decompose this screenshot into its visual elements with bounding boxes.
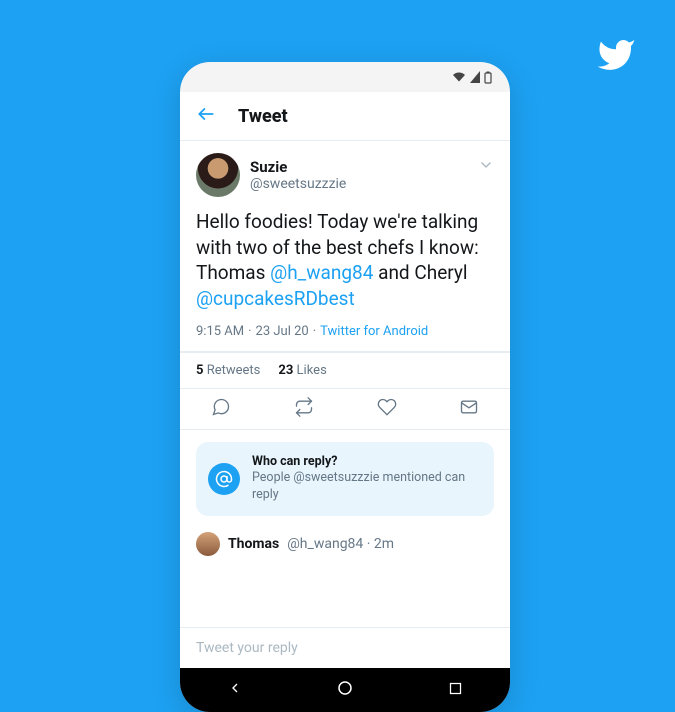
reply-author-handle: @h_wang84 (287, 536, 363, 552)
mention-link[interactable]: @h_wang84 (270, 261, 373, 284)
tweet-actions (180, 388, 510, 430)
reply-preview[interactable]: Thomas @h_wang84 · 2m (180, 526, 510, 556)
page-title: Tweet (238, 106, 288, 127)
compose-reply-input[interactable]: Tweet your reply (180, 627, 510, 668)
author-avatar[interactable] (196, 153, 240, 197)
tweet-header: Suzie @sweetsuzzzie (196, 153, 494, 197)
twitter-logo-icon (592, 35, 640, 79)
tweet-meta: 9:15 AM·23 Jul 20·Twitter for Android (196, 324, 494, 339)
retweet-button[interactable] (293, 397, 315, 421)
cellular-icon (470, 71, 480, 83)
app-screen: Tweet Suzie @sweetsuzzzie Hello foodies!… (180, 92, 510, 668)
tweet-card: Suzie @sweetsuzzzie Hello foodies! Today… (180, 141, 510, 352)
tweet-more-button[interactable] (478, 157, 494, 177)
reply-avatar (196, 532, 220, 556)
mention-link[interactable]: @cupcakesRDbest (196, 287, 355, 310)
author-handle: @sweetsuzzzie (250, 176, 346, 193)
retweets-stat[interactable]: 5 Retweets (196, 363, 260, 378)
author-display-name: Suzie (250, 158, 346, 176)
nav-home-button[interactable] (336, 679, 354, 701)
battery-icon (484, 71, 492, 84)
status-bar (180, 62, 510, 92)
share-button[interactable] (459, 397, 479, 421)
tweet-date: 23 Jul 20 (256, 324, 309, 339)
phone-frame: Tweet Suzie @sweetsuzzzie Hello foodies!… (180, 62, 510, 712)
who-can-reply-card[interactable]: Who can reply? People @sweetsuzzzie ment… (196, 442, 494, 517)
author-name-block[interactable]: Suzie @sweetsuzzzie (250, 158, 346, 193)
app-topbar: Tweet (180, 92, 510, 141)
tweet-source[interactable]: Twitter for Android (320, 324, 428, 339)
wifi-icon (452, 71, 466, 83)
tweet-stats: 5 Retweets 23 Likes (180, 352, 510, 388)
nav-recent-button[interactable] (448, 681, 463, 700)
who-can-reply-subtitle: People @sweetsuzzzie mentioned can reply (252, 470, 482, 504)
at-mention-icon (208, 463, 240, 495)
reply-time: 2m (374, 536, 394, 552)
tweet-text: Hello foodies! Today we're talking with … (196, 209, 494, 312)
like-button[interactable] (377, 397, 397, 421)
nav-back-button[interactable] (227, 680, 243, 700)
likes-stat[interactable]: 23 Likes (278, 363, 326, 378)
tweet-text-segment: and Cheryl (373, 261, 467, 284)
tweet-time: 9:15 AM (196, 324, 244, 339)
who-can-reply-title: Who can reply? (252, 454, 482, 471)
reply-author-name: Thomas (228, 536, 279, 552)
back-button[interactable] (196, 104, 216, 128)
reply-button[interactable] (211, 397, 231, 421)
